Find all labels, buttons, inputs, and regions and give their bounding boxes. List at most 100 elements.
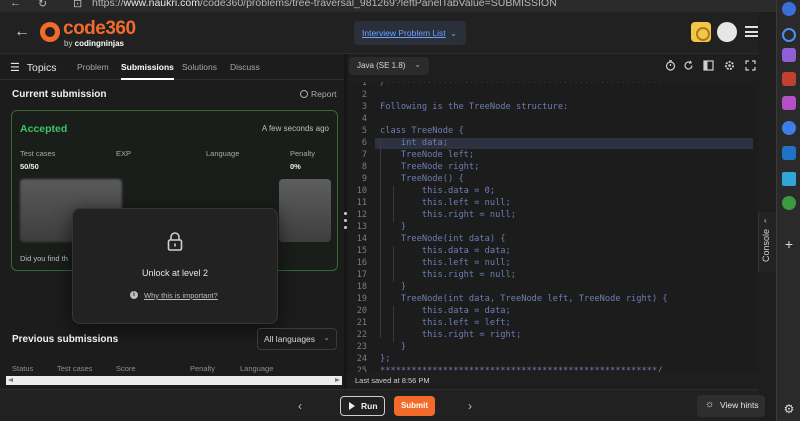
code-line: ****************************************… — [380, 366, 663, 372]
report-button[interactable]: Report — [300, 89, 337, 99]
back-arrow-icon[interactable]: ← — [14, 23, 30, 41]
status-badge: Accepted — [20, 123, 68, 135]
collections-icon[interactable] — [782, 48, 796, 62]
code-line: Following is the TreeNode structure: — [380, 102, 569, 112]
feedback-prompt: Did you find th — [20, 254, 68, 263]
bottom-action-bar: ‹ Run Submit › ☼ View hints — [0, 389, 765, 421]
tab-solutions[interactable]: Solutions — [182, 62, 217, 72]
streak-icon[interactable] — [691, 22, 711, 42]
reset-icon[interactable] — [683, 60, 694, 71]
code-line: class TreeNode { — [380, 126, 464, 136]
browser-back-icon[interactable]: ← — [10, 0, 21, 9]
settings-icon[interactable]: ⚙ — [782, 402, 796, 416]
info-circle-icon — [300, 90, 308, 98]
copilot-icon[interactable] — [782, 2, 796, 16]
code-line: }; — [380, 354, 391, 364]
line-number: 11 — [356, 198, 367, 208]
tab-problem[interactable]: Problem — [77, 62, 109, 72]
test-cases-value: 50/50 — [20, 162, 39, 171]
collapse-chevron-icon[interactable]: ‹ — [764, 216, 767, 225]
topics-button[interactable]: ☰ Topics — [10, 61, 57, 74]
topics-label: Topics — [26, 62, 57, 74]
prev-header-score: Score — [116, 364, 136, 373]
language-selector[interactable]: Java (SE 1.8) ⌄ — [349, 57, 429, 75]
fullscreen-icon[interactable] — [745, 60, 756, 71]
lock-icon — [167, 232, 183, 251]
outlook-icon[interactable] — [782, 146, 796, 160]
code-line: this.left = left; — [380, 318, 511, 328]
code-line: TreeNode right; — [380, 162, 480, 172]
layout-icon[interactable] — [703, 60, 714, 71]
logo-text[interactable]: code360 — [63, 18, 136, 40]
chevron-down-icon: ⌄ — [414, 60, 421, 69]
line-number: 23 — [356, 342, 367, 352]
submit-button[interactable]: Submit — [394, 396, 435, 416]
line-number: 20 — [356, 306, 367, 316]
timer-icon[interactable] — [665, 60, 676, 71]
search-icon[interactable] — [782, 28, 796, 42]
exp-header: EXP — [116, 149, 132, 158]
line-number: 12 — [356, 210, 367, 220]
language-filter-value: All languages — [264, 334, 316, 344]
code-line: this.right = right; — [380, 330, 522, 340]
prev-header-test-cases: Test cases — [57, 364, 93, 373]
run-label: Run — [361, 401, 378, 411]
horizontal-scrollbar[interactable] — [6, 376, 342, 385]
code360-logo-icon[interactable] — [40, 22, 60, 42]
left-panel-tabs: ☰ Topics Problem Submissions Solutions D… — [0, 54, 344, 80]
code-editor[interactable]: 1 2 3 4 5 6 7 8 9 10 11 12 13 14 15 16 17 18 19 20 21 22 23 24 2… — [347, 82, 758, 372]
logo-subtitle: by codingninjas — [64, 39, 125, 48]
line-number: 6 — [361, 138, 367, 148]
line-number: 1 — [361, 82, 367, 88]
code-line: this.data = data; — [380, 306, 511, 316]
previous-problem-icon[interactable]: ‹ — [298, 399, 302, 413]
add-icon[interactable]: + — [782, 237, 796, 251]
tab-discuss[interactable]: Discuss — [230, 62, 260, 72]
line-number: 4 — [361, 114, 367, 124]
site-info-icon[interactable]: ⊡ — [73, 0, 82, 10]
shopping-icon[interactable] — [782, 72, 796, 86]
topics-list-icon: ☰ — [10, 62, 20, 74]
code-line: } — [380, 342, 407, 352]
line-number: 22 — [356, 330, 367, 340]
run-button[interactable]: Run — [340, 396, 385, 416]
console-tab[interactable]: Console ‹ — [758, 212, 776, 272]
play-icon — [349, 402, 355, 410]
edge-sidebar: + ⚙ — [776, 0, 800, 421]
tree-icon[interactable] — [782, 196, 796, 210]
browser-address-bar: ← ↻ ⊡ https://www.naukri.com/code360/pro… — [0, 0, 800, 12]
code-line: /***************************************… — [380, 82, 663, 88]
tab-submissions[interactable]: Submissions — [121, 62, 174, 80]
url-field[interactable]: https://www.naukri.com/code360/problems/… — [92, 0, 557, 9]
line-number: 16 — [356, 258, 367, 268]
lightbulb-icon: ☼ — [705, 399, 715, 410]
browser-refresh-icon[interactable]: ↻ — [38, 0, 47, 10]
prev-header-language: Language — [240, 364, 274, 373]
line-number: 18 — [356, 282, 367, 292]
top-navbar: ← code360 by codingninjas Interview Prob… — [0, 12, 758, 54]
next-problem-icon[interactable]: › — [468, 399, 472, 413]
menu-icon[interactable] — [745, 26, 758, 37]
avatar[interactable] — [717, 22, 737, 42]
line-number: 14 — [356, 234, 367, 244]
view-hints-button[interactable]: ☼ View hints — [697, 395, 765, 417]
line-number: 3 — [361, 102, 367, 112]
why-important-link[interactable]: Why this is important? — [144, 291, 218, 300]
line-number: 21 — [356, 318, 367, 328]
hints-label: View hints — [720, 400, 759, 410]
line-number: 8 — [361, 162, 367, 172]
tools-icon[interactable] — [782, 121, 796, 135]
info-icon: i — [130, 291, 138, 299]
problem-list-label: Interview Problem List — [362, 28, 446, 38]
interview-problem-list-button[interactable]: Interview Problem List ⌄ — [354, 21, 466, 45]
gear-icon[interactable] — [724, 60, 735, 71]
line-number: 2 — [361, 90, 367, 100]
penalty-value: 0% — [290, 162, 301, 171]
language-filter-dropdown[interactable]: All languages ⌄ — [257, 328, 337, 350]
games-icon[interactable] — [782, 96, 796, 110]
code-line: TreeNode(int data) { — [380, 234, 506, 244]
telegram-icon[interactable] — [782, 172, 796, 186]
test-cases-header: Test cases — [20, 149, 56, 158]
blurred-memory-card — [279, 179, 331, 242]
prev-header-status: Status — [12, 364, 34, 373]
